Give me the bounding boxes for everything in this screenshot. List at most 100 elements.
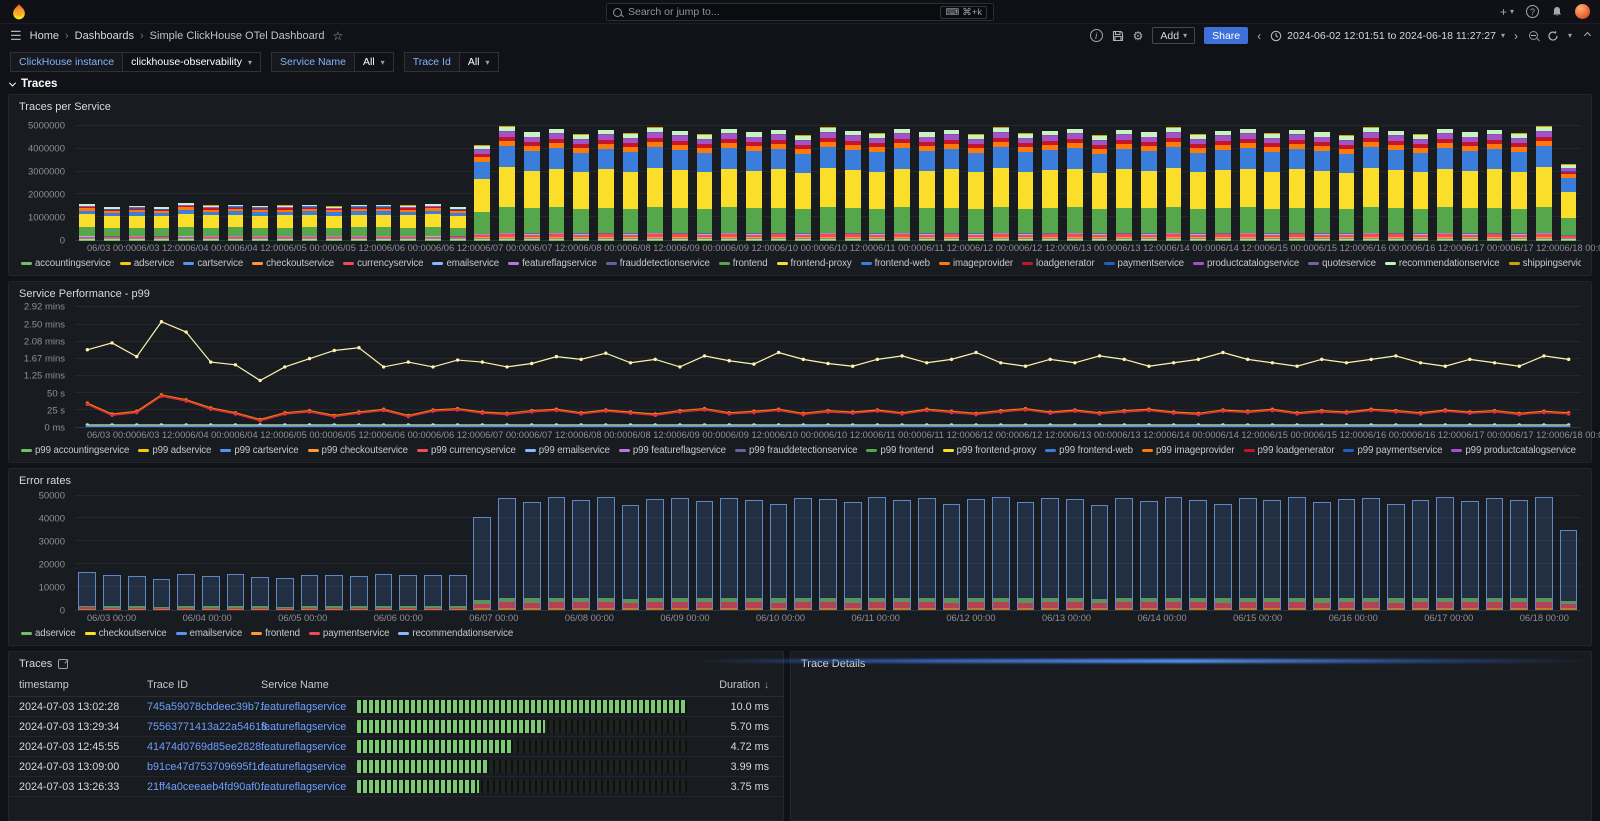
legend-item-p99-featureflagservice[interactable]: p99 featureflagservice — [619, 445, 726, 456]
legend-item-frontend-web[interactable]: frontend-web — [861, 258, 930, 269]
legend-item-paymentservice[interactable]: paymentservice — [309, 628, 389, 639]
legend-item-emailservice[interactable]: emailservice — [176, 628, 243, 639]
panel-title[interactable]: Trace Details — [801, 658, 1581, 670]
legend-item-p99-productcatalogservice[interactable]: p99 productcatalogservice — [1451, 445, 1576, 456]
refresh-interval-caret[interactable]: ▾ — [1568, 31, 1572, 40]
panel-title[interactable]: Traces per Service — [19, 101, 1581, 113]
breadcrumb-item[interactable]: Home — [30, 30, 59, 42]
legend-item-recommendationservice[interactable]: recommendationservice — [398, 628, 513, 639]
time-shift-back-icon[interactable]: ‹ — [1257, 29, 1261, 43]
legend-item-productcatalogservice[interactable]: productcatalogservice — [1193, 258, 1299, 269]
legend-item-quoteservice[interactable]: quoteservice — [1308, 258, 1376, 269]
legend-item-loadgenerator[interactable]: loadgenerator — [1022, 258, 1095, 269]
legend-item-p99-emailservice[interactable]: p99 emailservice — [525, 445, 610, 456]
x-tick-label: 06/18 00:00 — [1520, 613, 1569, 623]
news-icon[interactable] — [1551, 6, 1563, 18]
zoom-out-icon[interactable] — [1529, 31, 1538, 40]
legend-item-p99-frontend-web[interactable]: p99 frontend-web — [1045, 445, 1133, 456]
legend-item-emailservice[interactable]: emailservice — [432, 258, 499, 269]
service-name-link[interactable]: featureflagservice — [251, 717, 357, 737]
mega-menu-icon[interactable]: ☰ — [10, 28, 22, 44]
legend-item-p99-accountingservice[interactable]: p99 accountingservice — [21, 445, 129, 456]
favorite-star-icon[interactable]: ☆ — [333, 29, 344, 43]
search-input[interactable]: Search or jump to... ⌨⌘+k — [606, 3, 994, 21]
legend-item-p99-loadgenerator[interactable]: p99 loadgenerator — [1244, 445, 1335, 456]
time-range-picker[interactable]: 2024-06-02 12:01:51 to 2024-06-18 11:27:… — [1270, 30, 1505, 42]
legend-item-adservice[interactable]: adservice — [120, 258, 175, 269]
cell-duration: 3.99 ms — [697, 757, 783, 777]
legend-item-p99-frontend[interactable]: p99 frontend — [866, 445, 933, 456]
legend-item-frontend[interactable]: frontend — [719, 258, 768, 269]
user-avatar[interactable] — [1575, 4, 1590, 19]
stacked-bar — [425, 204, 441, 240]
save-dashboard-icon[interactable] — [1112, 30, 1124, 42]
bar-segment-frontend — [1067, 207, 1083, 233]
x-tick-label: 06/11 00:00 — [873, 430, 921, 440]
legend-item-p99-frauddetectionservice[interactable]: p99 frauddetectionservice — [735, 445, 857, 456]
plot-area — [75, 304, 1581, 428]
panel-title[interactable]: Traces — [9, 658, 783, 670]
legend-item-p99-frontend-proxy[interactable]: p99 frontend-proxy — [943, 445, 1037, 456]
panel-title[interactable]: Service Performance - p99 — [19, 288, 1581, 300]
legend-swatch — [138, 449, 149, 452]
bar-slot — [1359, 491, 1384, 610]
time-shift-forward-icon[interactable]: › — [1514, 29, 1518, 43]
legend-item-frontend-proxy[interactable]: frontend-proxy — [777, 258, 852, 269]
table-header-service-name[interactable]: Service Name — [251, 674, 357, 697]
service-name-link[interactable]: featureflagservice — [251, 777, 357, 797]
legend-item-p99-paymentservice[interactable]: p99 paymentservice — [1343, 445, 1442, 456]
variable-value-dropdown[interactable]: clickhouse-observability▾ — [123, 52, 261, 72]
panel-link-icon[interactable] — [58, 659, 68, 669]
service-name-link[interactable]: featureflagservice — [251, 757, 357, 777]
variable-value-dropdown[interactable]: All▾ — [460, 52, 499, 72]
legend-item-imageprovider[interactable]: imageprovider — [939, 258, 1013, 269]
legend-item-cartservice[interactable]: cartservice — [183, 258, 243, 269]
stacked-bar — [1141, 130, 1157, 240]
legend-item-currencyservice[interactable]: currencyservice — [343, 258, 423, 269]
share-button[interactable]: Share — [1204, 27, 1248, 44]
legend-item-p99-adservice[interactable]: p99 adservice — [138, 445, 211, 456]
trace-id-link[interactable]: 21ff4a0ceeaeb4fd90af0... — [137, 777, 251, 797]
bar-segment-frontend — [499, 608, 515, 610]
trace-id-link[interactable]: 745a59078cbdeec39b7... — [137, 697, 251, 717]
section-traces-toggle[interactable]: Traces — [0, 76, 1600, 94]
trace-id-link[interactable]: 75563771413a22a54618... — [137, 717, 251, 737]
legend-item-accountingservice[interactable]: accountingservice — [21, 258, 111, 269]
table-header-duration[interactable]: Duration↓ — [697, 674, 783, 697]
bar-segment-frontend-web — [1067, 148, 1083, 168]
error-bar — [868, 497, 886, 610]
legend-item-frontend[interactable]: frontend — [251, 628, 300, 639]
legend-item-adservice[interactable]: adservice — [21, 628, 76, 639]
legend-item-paymentservice[interactable]: paymentservice — [1104, 258, 1184, 269]
table-header-trace-id[interactable]: Trace ID — [137, 674, 251, 697]
legend-item-p99-cartservice[interactable]: p99 cartservice — [220, 445, 298, 456]
legend-item-checkoutservice[interactable]: checkoutservice — [85, 628, 167, 639]
legend-item-checkoutservice[interactable]: checkoutservice — [252, 258, 334, 269]
trace-id-link[interactable]: b91ce47d753709695f1d... — [137, 757, 251, 777]
service-name-link[interactable]: featureflagservice — [251, 737, 357, 757]
help-icon[interactable]: ? — [1526, 5, 1539, 18]
collapse-toolbar-icon[interactable] — [1585, 33, 1590, 38]
grafana-logo-icon[interactable] — [10, 3, 28, 21]
table-header-timestamp[interactable]: timestamp — [9, 674, 137, 697]
breadcrumb-item[interactable]: Dashboards — [75, 30, 134, 42]
refresh-icon[interactable] — [1547, 30, 1559, 42]
insights-icon[interactable]: i — [1090, 29, 1103, 42]
panel-title[interactable]: Error rates — [19, 475, 1581, 487]
legend-item-recommendationservice[interactable]: recommendationservice — [1385, 258, 1500, 269]
bar-segment-paymentservice — [820, 602, 836, 607]
trace-id-link[interactable]: 41474d0769d85ee2828... — [137, 737, 251, 757]
legend-item-p99-checkoutservice[interactable]: p99 checkoutservice — [308, 445, 408, 456]
breadcrumb-item[interactable]: Simple ClickHouse OTel Dashboard — [150, 30, 325, 42]
legend-item-p99-imageprovider[interactable]: p99 imageprovider — [1142, 445, 1235, 456]
legend-item-p99-currencyservice[interactable]: p99 currencyservice — [417, 445, 516, 456]
bar-segment-paymentservice — [1018, 603, 1034, 608]
variable-value-dropdown[interactable]: All▾ — [355, 52, 394, 72]
new-menu-button[interactable]: +▾ — [1500, 5, 1514, 19]
legend-item-featureflagservice[interactable]: featureflagservice — [508, 258, 597, 269]
service-name-link[interactable]: featureflagservice — [251, 697, 357, 717]
legend-item-frauddetectionservice[interactable]: frauddetectionservice — [606, 258, 710, 269]
add-button[interactable]: Add▾ — [1152, 27, 1195, 44]
legend-item-shippingservice[interactable]: shippingservice — [1509, 258, 1581, 269]
settings-gear-icon[interactable]: ⚙ — [1133, 29, 1144, 43]
